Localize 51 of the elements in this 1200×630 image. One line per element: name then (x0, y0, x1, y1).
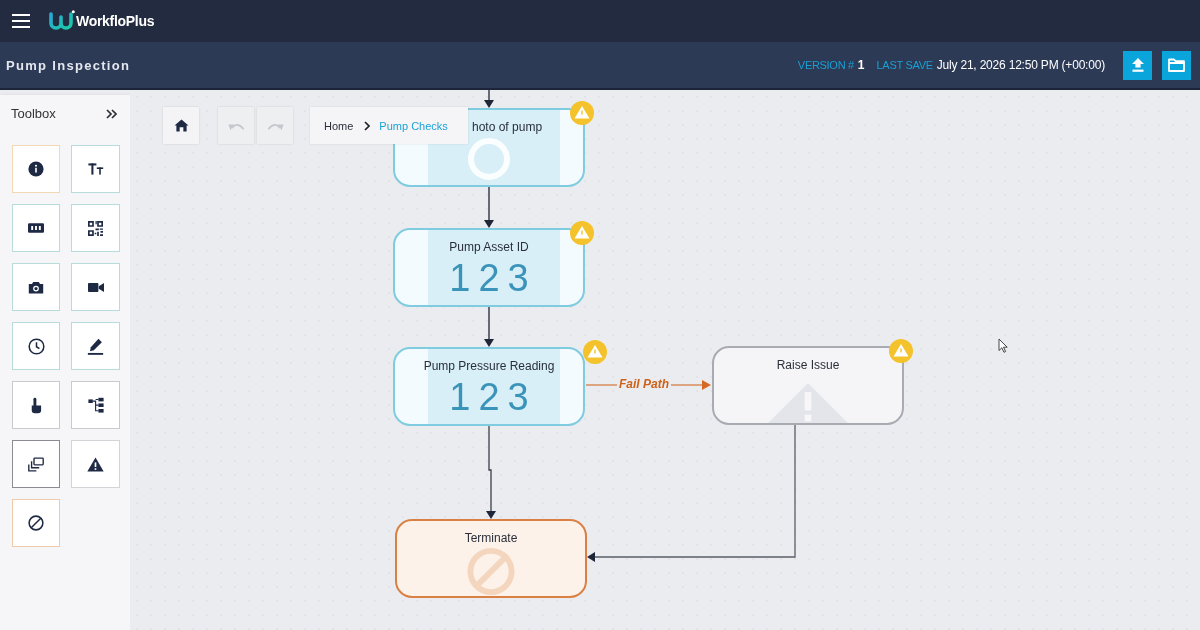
collapse-button[interactable] (106, 109, 117, 119)
clock-icon (27, 337, 45, 355)
camera-icon (28, 279, 44, 295)
flow-node[interactable]: Terminate (395, 519, 587, 598)
prohibited-sign-icon (466, 547, 516, 596)
text-size-icon (87, 162, 104, 176)
number-watermark: 123 (449, 377, 537, 417)
breadcrumb-link[interactable]: Home (324, 119, 354, 132)
pen-icon (87, 337, 104, 355)
video-camera-icon (87, 281, 104, 293)
last-save-label: LAST SAVE (876, 59, 933, 71)
number-watermark: 123 (449, 258, 537, 298)
branch-icon (87, 397, 104, 413)
version-number: 1 (857, 58, 865, 72)
info-icon (28, 161, 44, 177)
node-label: hoto of pump (472, 120, 543, 134)
connector-arrow (484, 186, 494, 228)
folder-button[interactable] (1162, 50, 1191, 80)
connector-arrow (484, 304, 494, 347)
number-pad-icon (28, 223, 44, 233)
node-label: Pump Pressure Reading (423, 359, 555, 373)
chevron-right-icon (364, 120, 371, 131)
last-save-time: July 21, 2026 12:50 PM (+00:00) (936, 58, 1105, 72)
home-icon (173, 119, 189, 132)
menu-icon (12, 14, 30, 28)
cursor-icon (998, 338, 1008, 353)
version-label: VERSION # (797, 59, 854, 71)
edge-label: Fail Path (617, 377, 671, 392)
qr-code-icon (88, 220, 103, 236)
logo-icon (48, 10, 75, 32)
tool-button[interactable] (12, 499, 60, 547)
double-chevron-icon (106, 109, 117, 119)
tool-button[interactable] (12, 440, 60, 488)
menu-button[interactable] (12, 14, 30, 28)
tool-button[interactable] (12, 381, 60, 429)
node-label: Terminate (464, 531, 518, 545)
toolbox-title: Toolbox (11, 106, 56, 121)
tool-button[interactable] (71, 381, 120, 429)
node-label: Raise Issue (776, 358, 840, 372)
pointing-hand-icon (29, 396, 43, 414)
upload-button[interactable] (1123, 50, 1152, 80)
document-title: Pump Inspection (6, 57, 132, 73)
app-name: WorkfloPlus (76, 13, 155, 29)
upload-icon (1131, 58, 1144, 72)
home-button[interactable] (163, 107, 199, 144)
warning-icon (87, 456, 104, 472)
node-label: Pump Asset ID (449, 240, 529, 254)
stacked-windows-icon (28, 456, 44, 472)
prohibited-icon (28, 515, 44, 531)
ring-icon (467, 137, 511, 181)
folder-icon (1168, 58, 1185, 72)
